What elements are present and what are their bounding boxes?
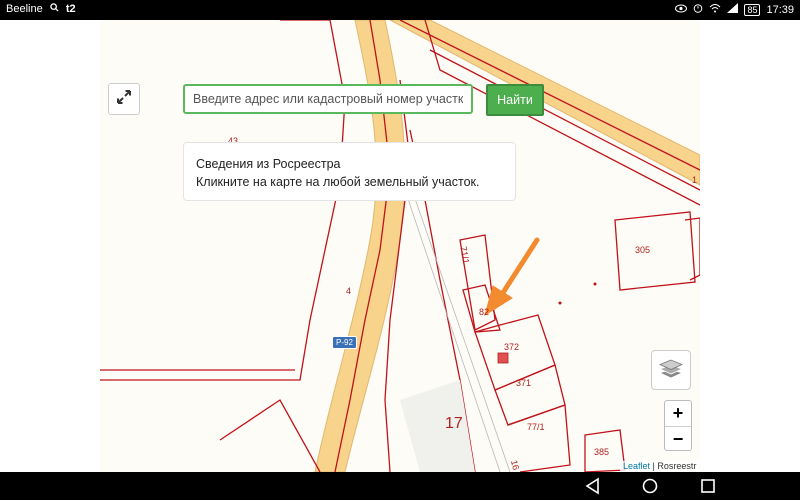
zoom-in-button[interactable]: + [665,401,691,427]
building-marker [497,352,509,364]
fullscreen-button[interactable] [108,83,140,115]
zoom-control: + − [664,400,692,451]
alarm-icon [693,3,703,16]
layers-icon [658,357,684,384]
battery-icon: 85 [744,3,761,16]
wifi-icon [709,3,721,16]
search-button[interactable]: Найти [486,84,544,116]
parcel-label: 4 [346,286,352,296]
parcel-label: 77/1 [527,422,545,432]
carrier-label: Beeline [6,3,43,15]
zoom-out-button[interactable]: − [665,427,691,452]
recents-icon[interactable] [698,476,718,496]
parcel-label: 371 [516,378,532,388]
road-shield: P-92 [332,336,357,349]
parcel-label: 385 [594,447,610,457]
parcel-label: 82 [479,307,490,317]
layers-button[interactable] [651,350,691,390]
eye-icon [675,4,688,16]
info-hint: Кликните на карте на любой земельный уча… [196,175,480,189]
info-panel: Сведения из Росреестра Кликните на карте… [183,142,516,201]
district-label: 17 [445,415,463,432]
carrier2-label: t2 [65,3,76,15]
search-input[interactable] [183,84,473,114]
clock: 17:39 [766,3,794,16]
signal-icon [50,3,59,15]
back-icon[interactable] [583,476,603,496]
annotation-arrow [484,237,540,317]
info-title: Сведения из Росреестра [196,157,341,171]
attribution-source: Rosreestr [657,461,697,471]
expand-icon [116,89,132,110]
parcel-label: 1 [692,175,698,185]
home-icon[interactable] [640,476,660,496]
parcel-label: 372 [504,342,520,352]
status-bar: Beeline t2 85 17:39 [0,0,800,20]
cellular-icon [727,3,739,16]
parcel-label: 305 [635,245,651,255]
map-attribution: Leaflet | Rosreestr [620,461,700,472]
navigation-bar [0,472,800,500]
leaflet-link[interactable]: Leaflet [623,461,650,471]
